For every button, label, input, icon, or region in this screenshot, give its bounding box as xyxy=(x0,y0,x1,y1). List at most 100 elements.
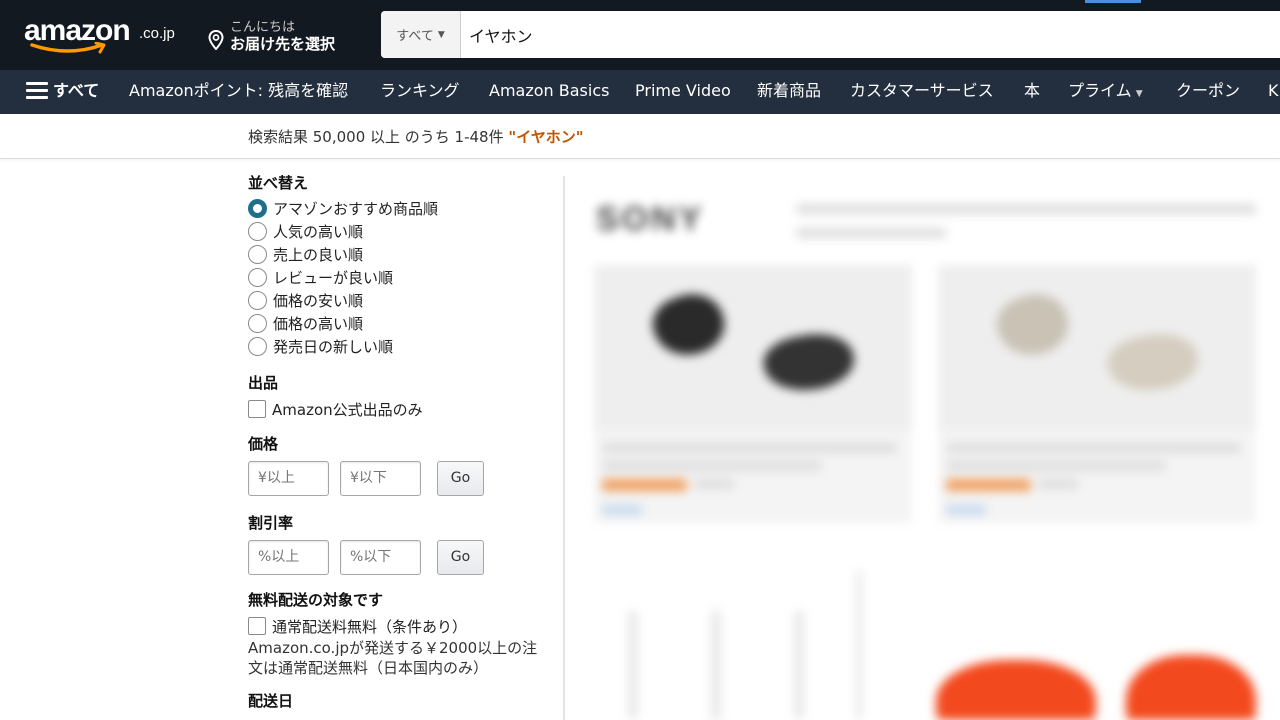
sort-option[interactable]: レビューが良い順 xyxy=(248,266,558,289)
radio[interactable] xyxy=(248,314,267,333)
shipping-section-title: 無料配送の対象です xyxy=(248,591,384,609)
nav-item-books[interactable]: 本 xyxy=(1024,70,1040,114)
case-shape xyxy=(1103,327,1203,398)
wired-earphone-shape xyxy=(711,610,721,720)
radio-selected[interactable] xyxy=(248,199,267,218)
rating-count xyxy=(694,479,734,489)
rating-stars xyxy=(946,479,1031,491)
sort-option[interactable]: 売上の良い順 xyxy=(248,243,558,266)
discount-section-title: 割引率 xyxy=(248,514,294,532)
product-title-line xyxy=(946,443,1241,453)
sort-option-label: 売上の良い順 xyxy=(273,246,364,264)
sort-option[interactable]: 価格の高い順 xyxy=(248,312,558,335)
sort-option[interactable]: 価格の安い順 xyxy=(248,289,558,312)
discount-go-button[interactable]: Go xyxy=(437,539,484,575)
wired-earphone-shape xyxy=(794,610,804,720)
search-bar: すべて ▼ xyxy=(381,11,1280,58)
rating-count xyxy=(1038,479,1078,489)
shipping-filter-option[interactable]: 通常配送料無料（条件あり） xyxy=(248,614,558,638)
nav-item-customer-service[interactable]: カスタマーサービス xyxy=(850,70,994,114)
results-count-prefix: 検索結果 50,000 以上 のうち 1-48件 xyxy=(248,128,504,146)
sort-option[interactable]: 発売日の新しい順 xyxy=(248,335,558,358)
sort-option-label: 価格の安い順 xyxy=(273,292,364,310)
results-info-bar: 検索結果 50,000 以上 のうち 1-48件 "イヤホン" xyxy=(0,114,1280,159)
seller-filter-option[interactable]: Amazon公式出品のみ xyxy=(248,397,558,421)
nav-item-points[interactable]: Amazonポイント: 残高を確認 xyxy=(129,70,348,114)
brand-banner-logo[interactable]: SONY xyxy=(596,200,704,239)
filter-sidebar: 並べ替え アマゾンおすすめ商品順 人気の高い順 売上の良い順 レビューが良い順 … xyxy=(248,172,558,715)
nav-item-coupons[interactable]: クーポン xyxy=(1176,70,1240,114)
radio[interactable] xyxy=(248,222,267,241)
product-title-line xyxy=(602,461,822,471)
wired-earphone-shape xyxy=(628,610,638,720)
sidebar-divider xyxy=(563,176,565,720)
product-image[interactable] xyxy=(594,265,912,430)
shipping-option-label: 通常配送料無料（条件あり） xyxy=(272,617,468,636)
deliver-to-selector[interactable]: こんにちは お届け先を選択 xyxy=(208,14,358,58)
product-badge xyxy=(602,505,642,515)
nav-all-menu[interactable]: すべて xyxy=(53,70,99,114)
nav-item-ranking[interactable]: ランキング xyxy=(380,70,460,114)
sort-option[interactable]: アマゾンおすすめ商品順 xyxy=(248,197,558,220)
orange-earbud-shape xyxy=(936,660,1096,720)
sort-option[interactable]: 人気の高い順 xyxy=(248,220,558,243)
sort-option-label: 人気の高い順 xyxy=(273,223,364,241)
sort-option-label: 価格の高い順 xyxy=(273,315,364,333)
price-min-input[interactable] xyxy=(248,460,329,496)
top-nav-bar: amazon .co.jp こんにちは お届け先を選択 すべて ▼ xyxy=(0,0,1280,70)
seller-option-label: Amazon公式出品のみ xyxy=(272,400,423,419)
discount-min-input[interactable] xyxy=(248,539,329,575)
smile-arrow-icon xyxy=(30,42,106,54)
location-pin-icon xyxy=(208,30,224,50)
nav-item-new-releases[interactable]: 新着商品 xyxy=(757,70,821,114)
amazon-logo[interactable]: amazon .co.jp xyxy=(24,12,194,58)
caret-down-icon: ▼ xyxy=(437,29,445,40)
category-nav-bar: すべて Amazonポイント: 残高を確認 ランキング Amazon Basic… xyxy=(0,70,1280,114)
search-results-area: SONY xyxy=(566,160,1280,720)
nav-item-truncated[interactable]: K xyxy=(1268,70,1279,114)
radio[interactable] xyxy=(248,245,267,264)
price-go-button[interactable]: Go xyxy=(437,460,484,496)
deliver-address-label: お届け先を選択 xyxy=(230,35,336,53)
earbud-shape xyxy=(989,284,1077,366)
search-input[interactable] xyxy=(469,11,1249,58)
nav-item-prime[interactable]: プライム ▼ xyxy=(1068,70,1143,114)
brand-tagline xyxy=(796,204,1256,214)
orange-earbud-shape xyxy=(1126,655,1256,720)
case-shape xyxy=(759,327,859,398)
delivery-section-title: 配送日 xyxy=(248,692,294,710)
price-section-title: 価格 xyxy=(248,435,279,453)
product-image[interactable] xyxy=(938,265,1256,430)
price-max-input[interactable] xyxy=(340,460,421,496)
product-title-line xyxy=(946,461,1166,471)
logo-domain: .co.jp xyxy=(139,25,175,42)
radio[interactable] xyxy=(248,337,267,356)
discount-max-input[interactable] xyxy=(340,539,421,575)
hamburger-menu-icon[interactable] xyxy=(26,82,48,100)
shipping-note: Amazon.co.jpが発送する￥2000以上の注文は通常配送無料（日本国内の… xyxy=(248,639,538,677)
product-title-line xyxy=(602,443,897,453)
nav-item-prime-label: プライム xyxy=(1068,81,1132,100)
product-card[interactable] xyxy=(938,265,1256,523)
sort-section-title: 並べ替え xyxy=(248,174,309,192)
sort-option-label: 発売日の新しい順 xyxy=(273,338,394,356)
caret-down-icon: ▼ xyxy=(1135,89,1143,99)
brand-tagline xyxy=(796,228,946,238)
results-count: 検索結果 50,000 以上 のうち 1-48件 "イヤホン" xyxy=(248,126,584,147)
checkbox[interactable] xyxy=(248,400,266,418)
price-range: Go xyxy=(248,460,558,496)
search-category-label: すべて xyxy=(396,29,434,44)
rating-stars xyxy=(602,479,687,491)
sort-option-label: レビューが良い順 xyxy=(273,269,394,287)
search-category-dropdown[interactable]: すべて ▼ xyxy=(381,11,461,58)
checkbox[interactable] xyxy=(248,617,266,635)
top-accent-bar xyxy=(1085,0,1141,3)
product-badge xyxy=(946,505,986,515)
radio[interactable] xyxy=(248,291,267,310)
product-card[interactable] xyxy=(594,265,912,523)
nav-item-basics[interactable]: Amazon Basics xyxy=(489,70,609,114)
discount-range: Go xyxy=(248,539,558,575)
radio[interactable] xyxy=(248,268,267,287)
earbud-shape xyxy=(645,284,733,366)
nav-item-prime-video[interactable]: Prime Video xyxy=(635,70,731,114)
